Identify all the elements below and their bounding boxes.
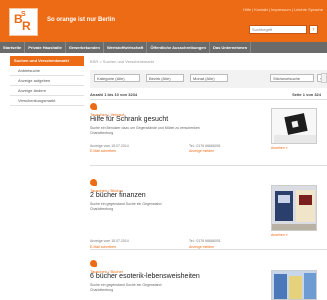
- item-description: Suche ein gegenstand Suche ein Gegenstan…: [90, 202, 162, 206]
- item-title[interactable]: 2 bücher finanzen: [90, 192, 146, 199]
- item-location: Charlottenburg: [90, 288, 114, 292]
- district-select[interactable]: Bezirk (Alle): [146, 74, 184, 82]
- top-links[interactable]: Hilfe | Kontakt | Impressum | Leichte Sp…: [243, 7, 323, 12]
- item-location: Charlottenburg: [90, 131, 114, 135]
- result-summary: Anzahl 1 bis 10 von 3234: [90, 92, 138, 97]
- slogan: So orange ist nur Berlin: [47, 17, 116, 23]
- filter-bar: Kategorie (Alle) Bezirk (Alle) Monat (Al…: [90, 70, 327, 88]
- report-link[interactable]: Anzeige melden: [189, 149, 214, 153]
- item-image[interactable]: [271, 270, 317, 300]
- sidebar: Suchen und Verschenkmarkt Anbietsuche An…: [10, 56, 84, 106]
- item-photo: [272, 186, 316, 230]
- item-date: Anzeige vom 15.07.2014: [90, 144, 129, 148]
- search-button[interactable]: ›: [309, 25, 318, 34]
- month-select[interactable]: Monat (Alle): [190, 74, 228, 82]
- item-image[interactable]: [271, 108, 317, 144]
- pin-icon: [90, 103, 97, 110]
- main-nav: Startseite Private Haushalte Gewerbekund…: [0, 42, 327, 53]
- logo-letter-r: R: [22, 19, 31, 33]
- sidebar-item-anzeige-aufgeben[interactable]: Anzeige aufgeben: [10, 76, 84, 86]
- result-meta: Anzahl 1 bis 10 von 3234 Seite 1 von 324: [90, 92, 327, 97]
- item-title[interactable]: 6 bücher esoterik-lebensweisheiten: [90, 273, 200, 280]
- nav-item-wertstoffwirtschaft[interactable]: Wertstoffwirtschaft: [104, 42, 148, 53]
- sidebar-item-verschenkungsmarkt[interactable]: Verschenkungsmarkt: [10, 96, 84, 106]
- bsr-logo[interactable]: B S R: [9, 8, 38, 36]
- breadcrumb[interactable]: BSR > Suchen und Verschenkmarkt: [90, 59, 154, 64]
- item-photo: [272, 109, 316, 143]
- sidebar-item-anzeige-aendern[interactable]: Anzeige ändern: [10, 86, 84, 96]
- item-location: Charlottenburg: [90, 207, 114, 211]
- sidebar-heading[interactable]: Suchen und Verschenkmarkt: [10, 56, 84, 66]
- item-description: Suche ein gegenstand Suche ein Gegenstan…: [90, 283, 162, 287]
- divider: [90, 249, 327, 250]
- category-select[interactable]: Kategorie (Alle): [94, 74, 140, 82]
- item-phone: Tel.: 0176 66666001: [189, 144, 221, 148]
- item-photo: [272, 271, 316, 299]
- divider: [90, 99, 327, 100]
- item-image[interactable]: [271, 185, 317, 231]
- nav-item-startseite[interactable]: Startseite: [0, 42, 26, 53]
- sidebar-item-anbietsuche[interactable]: Anbietsuche: [10, 66, 84, 76]
- item-description: Suche ein Benutzer dazu um Gegenstände u…: [90, 126, 200, 130]
- item-date: Anzeige vom 15.07.2014: [90, 239, 129, 243]
- pin-icon: [90, 260, 97, 267]
- nav-item-private-haushalte[interactable]: Private Haushalte: [25, 42, 66, 53]
- scroll-handle[interactable]: [321, 73, 327, 83]
- nav-item-unternehmen[interactable]: Das Unternehmen: [210, 42, 252, 53]
- list-item: Tauschen / Verkauf Hilfe für Schrank ges…: [90, 103, 327, 163]
- nav-item-ausschreibungen[interactable]: Öffentliche Ausschreibungen: [147, 42, 210, 53]
- site-header: B S R So orange ist nur Berlin Hilfe | K…: [0, 0, 327, 42]
- item-phone: Tel.: 0176 66666001: [189, 239, 221, 243]
- item-more-link[interactable]: Ansehen »: [271, 146, 288, 150]
- main-content: BSR > Suchen und Verschenkmarkt Kategori…: [90, 55, 327, 300]
- logo-letter-s: S: [21, 11, 26, 18]
- divider: [90, 165, 327, 166]
- keyword-input[interactable]: Stichwortsuche: [270, 74, 314, 82]
- search-input[interactable]: Suchbegriff: [249, 25, 307, 34]
- page-info: Seite 1 von 324: [292, 92, 321, 97]
- list-item: Tauschen / Bücher 2 bücher finanzen Such…: [90, 179, 327, 249]
- item-more-link[interactable]: Ansehen »: [271, 233, 288, 237]
- item-title[interactable]: Hilfe für Schrank gesucht: [90, 116, 168, 123]
- list-item: Tauschen / Bücher 6 bücher esoterik-lebe…: [90, 260, 327, 300]
- nav-item-gewerbekunden[interactable]: Gewerbekunden: [66, 42, 104, 53]
- pin-icon: [90, 179, 97, 186]
- email-link[interactable]: E-Mail schreiben: [90, 149, 116, 153]
